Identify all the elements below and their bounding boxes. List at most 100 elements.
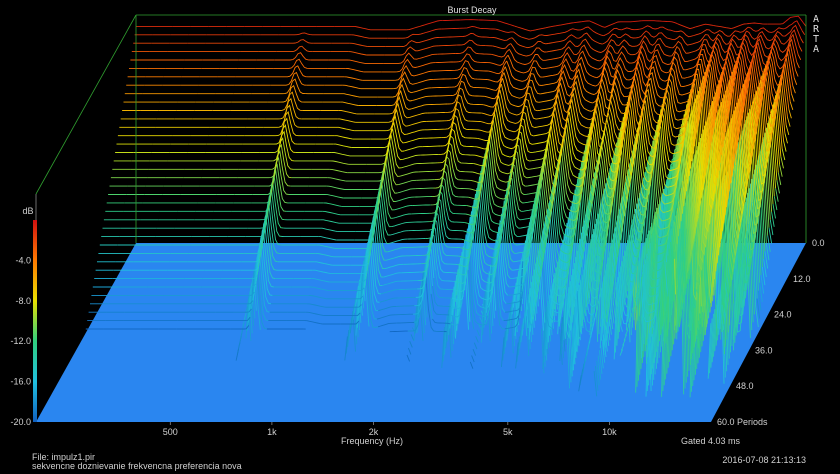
periods-tick-label: 12.0 [793,274,811,284]
decay-slice [389,238,408,244]
decay-slice [788,109,792,119]
decay-slice [409,221,429,223]
decay-slice [638,30,657,38]
decay-slice [713,24,732,30]
decay-slice [438,44,457,47]
decay-slice [265,117,284,120]
decay-slice [397,188,416,194]
decay-slice [255,175,274,179]
decay-slice [564,40,584,48]
decay-slice [381,70,400,73]
decay-slice [731,23,750,30]
y-axis-label: dB [22,206,33,216]
x-axis-label: Frequency (Hz) [341,436,403,446]
decay-slice [422,145,441,148]
decay-slice [493,37,513,41]
decay-slice [380,79,399,81]
decay-slice [544,62,563,70]
decay-slice [411,212,430,215]
decay-slice [327,177,346,182]
decay-slice [769,219,774,236]
decay-slice [272,75,291,78]
decay-slice [775,47,795,79]
db-tick-label: -16.0 [10,377,31,387]
decay-slice [456,39,476,46]
decay-slice [444,215,463,232]
decay-slice [258,158,277,162]
decay-slice [474,43,493,47]
decay-slice [459,26,478,29]
decay-slice [256,167,276,170]
decay-slice [426,120,445,122]
decay-slice [338,110,357,115]
decay-slice [404,254,423,257]
decay-slice [319,227,338,233]
decay-slice [461,113,481,122]
db-ticks: -4.0 -8.0 -12.0 -16.0 -20.0 [10,255,31,427]
decay-slice [361,195,380,199]
decay-slice [414,196,433,198]
decay-slice [365,170,384,174]
decay-slice [455,46,474,54]
footer-timestamp: 2016-07-08 21:13:13 [722,455,806,465]
decay-slice [262,133,281,137]
decay-slice [296,32,315,36]
decay-slice [405,32,424,39]
decay-slice [471,58,491,64]
decay-slice [464,97,484,106]
decay-slice [403,40,423,47]
decay-slice [765,27,785,33]
decay-slice [477,27,496,30]
decay-slice [423,137,442,139]
decay-slice [796,62,800,69]
decay-slice [768,227,773,244]
decay-slice [291,58,310,69]
decay-slice [792,85,796,94]
decay-slice [404,146,423,152]
decay-slice [292,52,311,61]
decay-slice [421,36,440,43]
decay-slice [495,28,514,33]
decay-slice [391,221,411,228]
decay-slice [449,184,469,198]
decay-slice [267,100,287,103]
decay-slice [654,37,674,49]
decay-slice [261,142,280,145]
decay-slice [437,53,456,55]
decay-slice [529,40,549,48]
decay-slice [341,93,360,98]
periods-tick-label: 36.0 [755,345,773,355]
decay-slice [420,45,439,51]
decay-slice [337,118,356,123]
decay-slice [270,84,289,86]
decay-slice [428,103,448,106]
periods-tick-label: 24.0 [774,310,792,320]
decay-slice [405,137,424,144]
decay-slice [797,54,802,60]
decay-slice [326,185,345,190]
decay-slice [418,170,437,173]
decay-slice [423,28,442,34]
decay-slice [431,86,450,89]
decay-slice [615,51,635,64]
decay-slice [331,152,351,157]
gated-label: Gated 4.03 ms [681,436,741,446]
decay-slice [550,23,569,28]
decay-slice [470,66,489,72]
decay-slice [674,35,693,46]
decay-slice [785,125,790,136]
decay-slice [380,147,399,189]
decay-slice [560,58,580,72]
decay-slice [453,53,473,63]
decay-slice [793,77,798,85]
decay-slice [369,145,388,148]
decay-slice [541,77,560,86]
decay-slice [459,129,478,139]
decay-slice [368,154,387,157]
decay-slice [436,141,455,172]
decay-slice [401,163,420,169]
decay-slice [744,34,764,48]
periods-tick-label: 0.0 [812,238,825,248]
decay-slice [424,20,443,26]
decay-slice [453,160,473,173]
